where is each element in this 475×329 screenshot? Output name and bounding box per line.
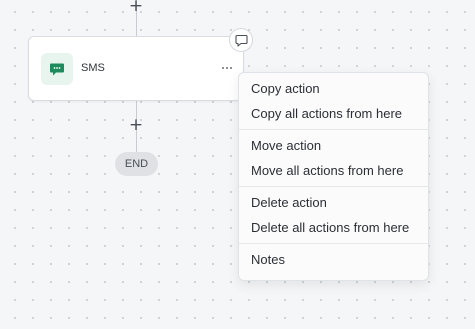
more-dot-icon xyxy=(222,67,224,69)
menu-item-move-action[interactable]: Move action xyxy=(239,133,428,158)
more-dot-icon xyxy=(226,67,228,69)
menu-item-copy-all-actions[interactable]: Copy all actions from here xyxy=(239,101,428,126)
menu-group-move: Move action Move all actions from here xyxy=(239,130,428,187)
more-dot-icon xyxy=(230,67,232,69)
menu-group-copy: Copy action Copy all actions from here xyxy=(239,73,428,130)
menu-group-notes: Notes xyxy=(239,244,428,275)
node-title: SMS xyxy=(81,62,105,74)
menu-item-delete-action[interactable]: Delete action xyxy=(239,190,428,215)
menu-item-move-all-actions[interactable]: Move all actions from here xyxy=(239,158,428,183)
menu-group-delete: Delete action Delete all actions from he… xyxy=(239,187,428,244)
note-comment-icon xyxy=(234,34,248,47)
end-node: END xyxy=(115,152,158,176)
add-note-button[interactable] xyxy=(229,28,253,52)
more-options-button[interactable] xyxy=(217,60,237,76)
menu-item-delete-all-actions[interactable]: Delete all actions from here xyxy=(239,215,428,240)
sms-action-node[interactable]: SMS xyxy=(28,36,244,101)
add-step-button-top[interactable]: + xyxy=(128,0,144,15)
add-step-button-bottom[interactable]: + xyxy=(128,117,144,134)
menu-item-copy-action[interactable]: Copy action xyxy=(239,76,428,101)
sms-icon-container xyxy=(41,53,73,85)
menu-item-notes[interactable]: Notes xyxy=(239,247,428,272)
action-context-menu: Copy action Copy all actions from here M… xyxy=(238,72,429,281)
sms-chat-icon xyxy=(50,63,64,76)
